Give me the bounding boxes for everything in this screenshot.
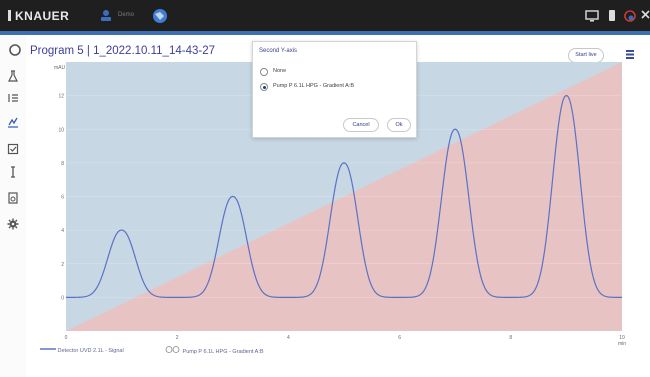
y-tick-label: 4 bbox=[61, 228, 64, 234]
radio-pump-gradient[interactable] bbox=[260, 83, 268, 91]
legend-line-swatch bbox=[40, 348, 56, 350]
radio-none[interactable] bbox=[260, 68, 268, 76]
y-tick-label: 6 bbox=[61, 195, 64, 201]
y-unit-label: mAU bbox=[54, 65, 66, 71]
y-tick-label: 12 bbox=[58, 94, 64, 100]
y-tick-label: 10 bbox=[58, 127, 64, 133]
y-tick-label: 2 bbox=[61, 262, 64, 268]
second-y-axis-dialog: Second Y-axis None Pump P 6.1L HPG - Gra… bbox=[252, 41, 417, 138]
x-unit-label: min bbox=[618, 341, 626, 347]
dialog-title: Second Y-axis bbox=[259, 48, 298, 54]
option-none-label[interactable]: None bbox=[273, 68, 286, 74]
x-tick-label: 4 bbox=[287, 335, 290, 341]
x-tick-label: 0 bbox=[65, 335, 68, 341]
x-tick-label: 8 bbox=[509, 335, 512, 341]
x-tick-label: 6 bbox=[398, 335, 401, 341]
legend-label-gradient: Pump P 6.1L HPG - Gradient A:B bbox=[182, 349, 264, 355]
y-tick-label: 0 bbox=[61, 295, 64, 301]
legend-item-signal[interactable]: Detector UVD 2.1L - Signal bbox=[40, 346, 124, 354]
legend-toggle-icons bbox=[165, 346, 180, 353]
legend-item-gradient[interactable]: Pump P 6.1L HPG - Gradient A:B bbox=[165, 346, 264, 355]
y-tick-label: 8 bbox=[61, 161, 64, 167]
x-tick-label: 2 bbox=[176, 335, 179, 341]
cancel-button[interactable]: Cancel bbox=[343, 118, 379, 132]
legend-label-signal: Detector UVD 2.1L - Signal bbox=[57, 348, 124, 354]
ok-button[interactable]: Ok bbox=[387, 118, 411, 132]
option-pump-gradient-label[interactable]: Pump P 6.1L HPG - Gradient A:B bbox=[273, 83, 354, 89]
